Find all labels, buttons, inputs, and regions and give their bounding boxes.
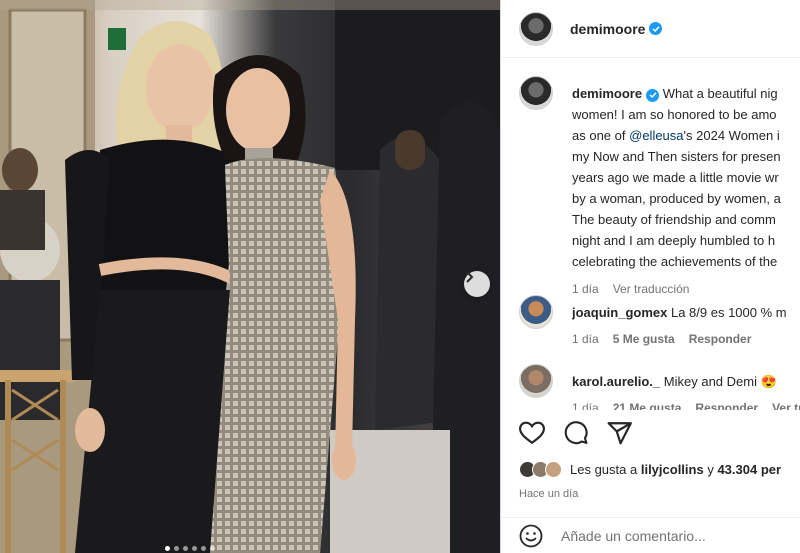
heart-icon[interactable] (519, 421, 545, 445)
author-username[interactable]: demimoore (570, 21, 645, 37)
comment-time: 1 día (572, 401, 599, 410)
caption-text: my Now and Then sisters for presen (572, 149, 781, 164)
author-avatar[interactable] (519, 76, 553, 110)
likes-prefix: Les gusta a (570, 462, 638, 477)
carousel-dot (165, 546, 170, 551)
liker-username[interactable]: lilyjcollins (641, 462, 704, 477)
caption-text: years ago we made a little movie wr (572, 170, 779, 185)
comment-meta: 1 día 21 Me gusta Responder Ver tr (572, 398, 800, 410)
caption-text: celebrating the achievements of the (572, 254, 778, 269)
add-comment-bar (501, 517, 800, 553)
commenter-username[interactable]: karol.aurelio._ (572, 374, 660, 389)
see-translation-button[interactable]: Ver tr (772, 398, 800, 410)
caption-text: as one of (572, 128, 626, 143)
chevron-right-icon (466, 271, 474, 283)
comment-icon[interactable] (563, 420, 589, 445)
likes-count[interactable]: 43.304 per (717, 462, 781, 477)
liker-avatar (545, 461, 562, 478)
next-photo-button[interactable] (464, 271, 490, 297)
carousel-dot (210, 546, 215, 551)
comment-input[interactable] (561, 527, 781, 544)
caption-meta: 1 día Ver traducción (572, 279, 800, 300)
comment-like-count[interactable]: 21 Me gusta (613, 398, 682, 410)
caption-mention-link[interactable]: @elleusa (629, 128, 683, 143)
share-icon[interactable] (607, 421, 633, 445)
carousel-dot (174, 546, 179, 551)
post-timestamp: Hace un día (519, 488, 579, 500)
liker-avatars (519, 461, 562, 478)
caption-body: demimoore What a beautiful nig women! I … (572, 83, 800, 300)
likes-summary[interactable]: Les gusta a lilyjcollins y 43.304 per (519, 461, 781, 478)
carousel-dot (183, 546, 188, 551)
verified-icon (646, 88, 660, 102)
see-translation-button[interactable]: Ver traducción (613, 279, 690, 300)
author-avatar[interactable] (519, 11, 553, 46)
likes-conjunction: y (707, 462, 714, 477)
commenter-avatar[interactable] (519, 364, 553, 398)
carousel-dot (201, 546, 206, 551)
caption-text: 's 2024 Women i (683, 128, 780, 143)
caption-text: What a beautiful nig (662, 86, 778, 101)
reply-button[interactable]: Responder (695, 398, 758, 410)
comment-meta: 1 día 5 Me gusta Responder (572, 329, 800, 350)
caption-text: by a woman, produced by women, a (572, 191, 781, 206)
comments-list[interactable]: demimoore What a beautiful nig women! I … (501, 70, 800, 410)
comment-body: karol.aurelio._ Mikey and Demi 😍 1 día 2… (572, 371, 800, 410)
post-photo[interactable] (0, 0, 500, 553)
carousel-indicator (165, 546, 215, 551)
caption-time: 1 día (572, 282, 599, 296)
comment-body: joaquin_gomex La 8/9 es 1000 % m 1 día 5… (572, 302, 800, 350)
caption-text: women! I am so honored to be amo (572, 107, 777, 122)
emoji-icon[interactable] (519, 524, 543, 548)
commenter-username[interactable]: joaquin_gomex (572, 305, 667, 320)
caption-text: night and I am deeply humbled to h (572, 233, 776, 248)
photo-illustration (0, 0, 500, 553)
comment-time: 1 día (572, 332, 599, 346)
comment-text: La 8/9 es 1000 % m (670, 305, 787, 320)
commenter-avatar[interactable] (519, 295, 553, 329)
comment-like-count[interactable]: 5 Me gusta (613, 329, 675, 350)
comment-text: Mikey and Demi 😍 (663, 374, 777, 389)
post-actions (519, 420, 633, 445)
post-side-panel: demimoore demimoore What a beautiful nig… (500, 0, 800, 553)
caption-text: The beauty of friendship and comm (572, 212, 776, 227)
post-header: demimoore (501, 0, 800, 58)
caption-username[interactable]: demimoore (572, 86, 642, 101)
verified-icon (649, 22, 663, 35)
reply-button[interactable]: Responder (689, 329, 752, 350)
carousel-dot (192, 546, 197, 551)
